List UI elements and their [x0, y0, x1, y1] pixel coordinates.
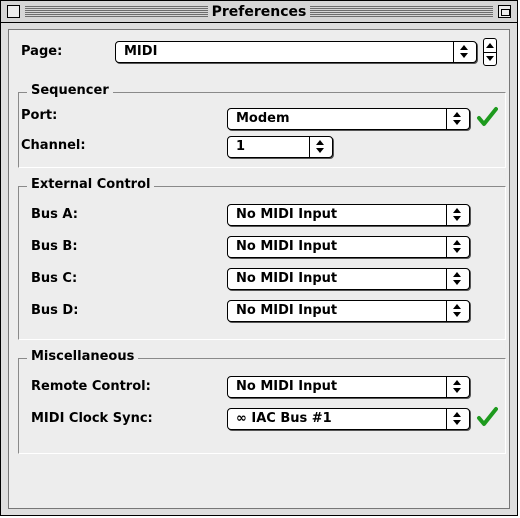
- port-popup-value: Modem: [236, 111, 290, 126]
- bus-c-label: Bus C:: [31, 271, 78, 286]
- popup-arrows-icon: [446, 237, 469, 257]
- popup-arrows-icon: [446, 269, 469, 289]
- checkmark-icon: [477, 407, 498, 426]
- popup-arrows-icon: [453, 42, 476, 62]
- page-popup[interactable]: MIDI: [115, 41, 477, 63]
- sequencer-group-title: Sequencer: [27, 83, 113, 98]
- page-label: Page:: [21, 44, 63, 59]
- bus-a-label: Bus A:: [31, 207, 78, 222]
- port-popup[interactable]: Modem: [227, 108, 470, 130]
- bus-b-popup[interactable]: No MIDI Input: [227, 236, 470, 258]
- bus-b-label: Bus B:: [31, 239, 78, 254]
- bus-a-popup[interactable]: No MIDI Input: [227, 204, 470, 226]
- remote-control-popup-value: No MIDI Input: [236, 379, 338, 394]
- miscellaneous-group-title: Miscellaneous: [27, 349, 139, 364]
- title-bar[interactable]: Preferences: [1, 1, 517, 23]
- midi-clock-sync-popup[interactable]: ∞ IAC Bus #1: [227, 408, 470, 430]
- window-title: Preferences: [207, 4, 311, 20]
- bus-c-popup-value: No MIDI Input: [236, 271, 338, 286]
- page-popup-value: MIDI: [124, 44, 158, 59]
- preferences-window: Preferences Page: MIDI Sequencer Port: M…: [0, 0, 518, 516]
- popup-arrows-icon: [446, 377, 469, 397]
- zoom-box-icon[interactable]: [498, 5, 511, 18]
- popup-arrows-icon: [446, 109, 469, 129]
- bus-d-popup[interactable]: No MIDI Input: [227, 300, 470, 322]
- channel-popup-value: 1: [236, 139, 246, 154]
- midi-clock-sync-popup-value: ∞ IAC Bus #1: [236, 411, 332, 426]
- bus-d-label: Bus D:: [31, 303, 79, 318]
- midi-clock-sync-label: MIDI Clock Sync:: [31, 411, 153, 426]
- port-label: Port:: [21, 108, 58, 123]
- bus-a-popup-value: No MIDI Input: [236, 207, 338, 222]
- channel-popup[interactable]: 1: [227, 136, 333, 158]
- stepper-down-icon[interactable]: [484, 52, 496, 66]
- bus-b-popup-value: No MIDI Input: [236, 239, 338, 254]
- stepper-up-icon[interactable]: [484, 39, 496, 52]
- miscellaneous-group: Miscellaneous: [18, 349, 506, 454]
- bus-d-popup-value: No MIDI Input: [236, 303, 338, 318]
- checkmark-icon: [477, 107, 498, 126]
- remote-control-label: Remote Control:: [31, 379, 151, 394]
- channel-label: Channel:: [21, 138, 86, 153]
- popup-arrows-icon: [446, 301, 469, 321]
- preferences-panel: Page: MIDI Sequencer Port: Modem Channel…: [8, 29, 510, 509]
- popup-arrows-icon: [309, 137, 332, 157]
- bus-c-popup[interactable]: No MIDI Input: [227, 268, 470, 290]
- popup-arrows-icon: [446, 205, 469, 225]
- popup-arrows-icon: [446, 409, 469, 429]
- page-stepper[interactable]: [483, 38, 497, 66]
- remote-control-popup[interactable]: No MIDI Input: [227, 376, 470, 398]
- external-control-group-title: External Control: [27, 177, 155, 192]
